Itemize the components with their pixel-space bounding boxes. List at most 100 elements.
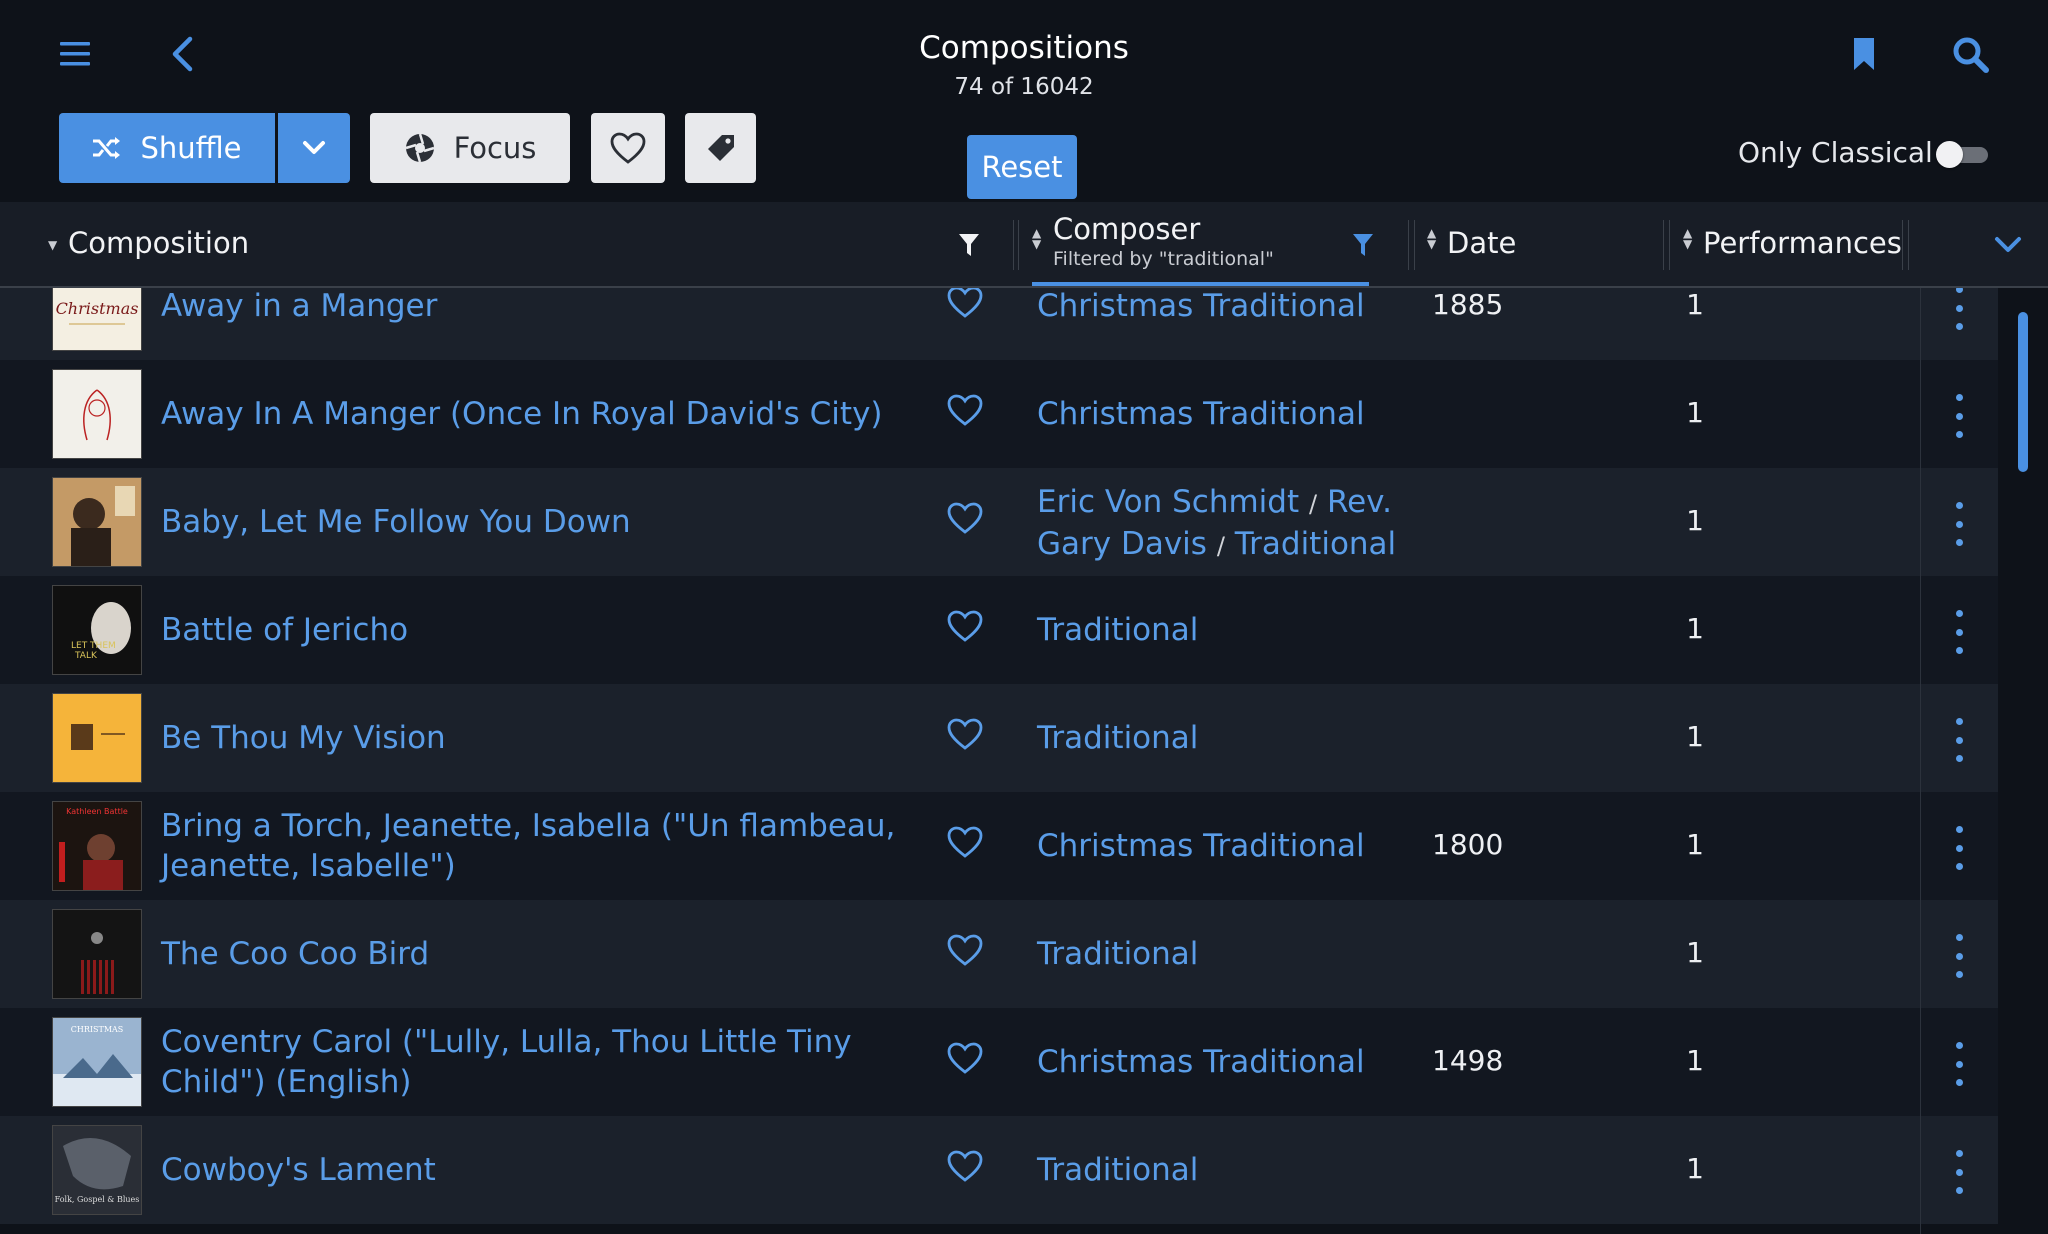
composition-title[interactable]: The Coo Coo Bird (161, 934, 941, 974)
composer-name[interactable]: Traditional (1037, 934, 1437, 974)
composer-link[interactable]: Christmas Traditional (1037, 288, 1365, 324)
composition-list: Christmas Away in a Manger Christmas Tra… (0, 288, 1998, 1234)
more-vertical-icon[interactable] (1946, 610, 1972, 654)
heart-icon[interactable] (947, 934, 987, 974)
composition-title[interactable]: Away In A Manger (Once In Royal David's … (161, 394, 941, 434)
album-cover: Folk, Gospel & Blues (52, 1125, 142, 1215)
composition-title[interactable]: Baby, Let Me Follow You Down (161, 502, 941, 542)
composer-separator: / (1216, 532, 1225, 560)
table-row[interactable]: CHRISTMAS Coventry Carol ("Lully, Lulla,… (0, 1008, 1998, 1116)
svg-text:LET THEM: LET THEM (71, 641, 116, 651)
tags-button[interactable] (685, 113, 756, 183)
chevron-down-icon (302, 140, 326, 156)
composer-link[interactable]: Traditional (1037, 612, 1198, 648)
page-title: Compositions (919, 30, 1129, 66)
column-header-bar: ▼ Composition ▲ ▼ Composer Filtered by "t… (0, 202, 2048, 288)
chevron-down-icon[interactable] (1990, 228, 2026, 262)
composer-link[interactable]: Traditional (1235, 526, 1396, 562)
more-vertical-icon[interactable] (1946, 502, 1972, 546)
composer-name[interactable]: Christmas Traditional (1037, 288, 1437, 326)
sort-icon[interactable]: ▲ ▼ (1427, 227, 1436, 250)
search-icon[interactable] (1950, 34, 1992, 76)
composition-title[interactable]: Away in a Manger (161, 288, 941, 326)
composition-title[interactable]: Bring a Torch, Jeanette, Isabella ("Un f… (161, 806, 941, 886)
shuffle-button[interactable]: Shuffle (59, 113, 275, 183)
column-composer[interactable]: Composer (1053, 212, 1200, 246)
composer-name[interactable]: Traditional (1037, 610, 1437, 650)
column-separator[interactable] (1908, 220, 1909, 270)
more-vertical-icon[interactable] (1946, 826, 1972, 870)
heart-icon[interactable] (947, 610, 987, 650)
composer-name[interactable]: Traditional (1037, 718, 1437, 758)
column-composition[interactable]: Composition (68, 226, 249, 260)
composer-link[interactable]: Traditional (1037, 720, 1198, 756)
only-classical-toggle[interactable] (1936, 140, 1990, 168)
sort-icon[interactable]: ▲ ▼ (1683, 227, 1692, 250)
more-vertical-icon[interactable] (1946, 1150, 1972, 1194)
heart-icon[interactable] (947, 288, 987, 326)
bookmark-icon[interactable] (1848, 34, 1880, 74)
svg-text:Folk, Gospel & Blues: Folk, Gospel & Blues (55, 1195, 140, 1204)
composition-title[interactable]: Be Thou My Vision (161, 718, 941, 758)
sort-indicator-composition[interactable]: ▼ (48, 239, 57, 251)
focus-button[interactable]: Focus (370, 113, 570, 183)
table-row[interactable]: Folk, Gospel & Blues Cowboy's Lament Tra… (0, 1116, 1998, 1224)
more-vertical-icon[interactable] (1946, 288, 1972, 330)
column-separator[interactable] (1669, 220, 1670, 270)
shuffle-icon (92, 137, 121, 159)
composition-date: 1885 (1432, 288, 1504, 321)
table-row[interactable]: Baby, Let Me Follow You Down Eric Von Sc… (0, 468, 1998, 576)
more-vertical-icon[interactable] (1946, 1042, 1972, 1086)
composer-name[interactable]: Eric Von Schmidt / Rev. Gary Davis / Tra… (1037, 482, 1437, 566)
composition-title[interactable]: Cowboy's Lament (161, 1150, 941, 1190)
composer-link[interactable]: Christmas Traditional (1037, 396, 1365, 432)
sort-icon[interactable]: ▲ ▼ (1032, 227, 1041, 250)
reset-button[interactable]: Reset (967, 135, 1077, 199)
album-cover: LET THEM TALK (52, 585, 142, 675)
table-row[interactable]: Away In A Manger (Once In Royal David's … (0, 360, 1998, 468)
table-row[interactable]: Be Thou My Vision Traditional 1 (0, 684, 1998, 792)
composer-name[interactable]: Christmas Traditional (1037, 394, 1437, 434)
heart-icon[interactable] (947, 1150, 987, 1190)
composer-separator: / (1308, 490, 1318, 518)
column-separator[interactable] (1414, 220, 1415, 270)
composer-name[interactable]: Christmas Traditional (1037, 1042, 1437, 1082)
filter-icon[interactable] (1346, 228, 1380, 262)
column-performances[interactable]: Performances (1703, 226, 1902, 260)
favorites-button[interactable] (591, 113, 665, 183)
column-separator[interactable] (1018, 220, 1019, 270)
heart-icon[interactable] (947, 1042, 987, 1082)
composer-link[interactable]: Eric Von Schmidt (1037, 484, 1299, 520)
heart-icon[interactable] (947, 718, 987, 758)
column-separator[interactable] (1663, 220, 1664, 270)
scrollbar-thumb[interactable] (2018, 312, 2028, 472)
album-cover: CHRISTMAS (52, 1017, 142, 1107)
table-row[interactable]: LET THEM TALK Battle of Jericho Tradition… (0, 576, 1998, 684)
table-row[interactable]: The Coo Coo Bird Traditional 1 (0, 900, 1998, 1008)
composition-title[interactable]: Battle of Jericho (161, 610, 941, 650)
more-vertical-icon[interactable] (1946, 934, 1972, 978)
table-row[interactable]: Christmas Away in a Manger Christmas Tra… (0, 288, 1998, 360)
column-date[interactable]: Date (1447, 226, 1516, 260)
album-cover (52, 693, 142, 783)
composer-name[interactable]: Christmas Traditional (1037, 826, 1437, 866)
more-vertical-icon[interactable] (1946, 394, 1972, 438)
filter-icon[interactable] (952, 228, 986, 262)
shuffle-options-button[interactable] (278, 113, 350, 183)
reset-label: Reset (981, 150, 1063, 184)
column-separator[interactable] (1408, 220, 1409, 270)
performance-count: 1 (1686, 288, 1704, 321)
composer-link[interactable]: Traditional (1037, 1152, 1198, 1188)
composer-link[interactable]: Christmas Traditional (1037, 1044, 1365, 1080)
composer-name[interactable]: Traditional (1037, 1150, 1437, 1190)
composition-title[interactable]: Coventry Carol ("Lully, Lulla, Thou Litt… (161, 1022, 941, 1102)
column-separator[interactable] (1013, 220, 1014, 270)
heart-icon[interactable] (947, 826, 987, 866)
heart-icon[interactable] (947, 394, 987, 434)
column-separator[interactable] (1902, 220, 1903, 270)
heart-icon[interactable] (947, 502, 987, 542)
composer-link[interactable]: Traditional (1037, 936, 1198, 972)
more-vertical-icon[interactable] (1946, 718, 1972, 762)
composer-link[interactable]: Christmas Traditional (1037, 828, 1365, 864)
table-row[interactable]: Kathleen Battle Bring a Torch, Jeanette,… (0, 792, 1998, 900)
